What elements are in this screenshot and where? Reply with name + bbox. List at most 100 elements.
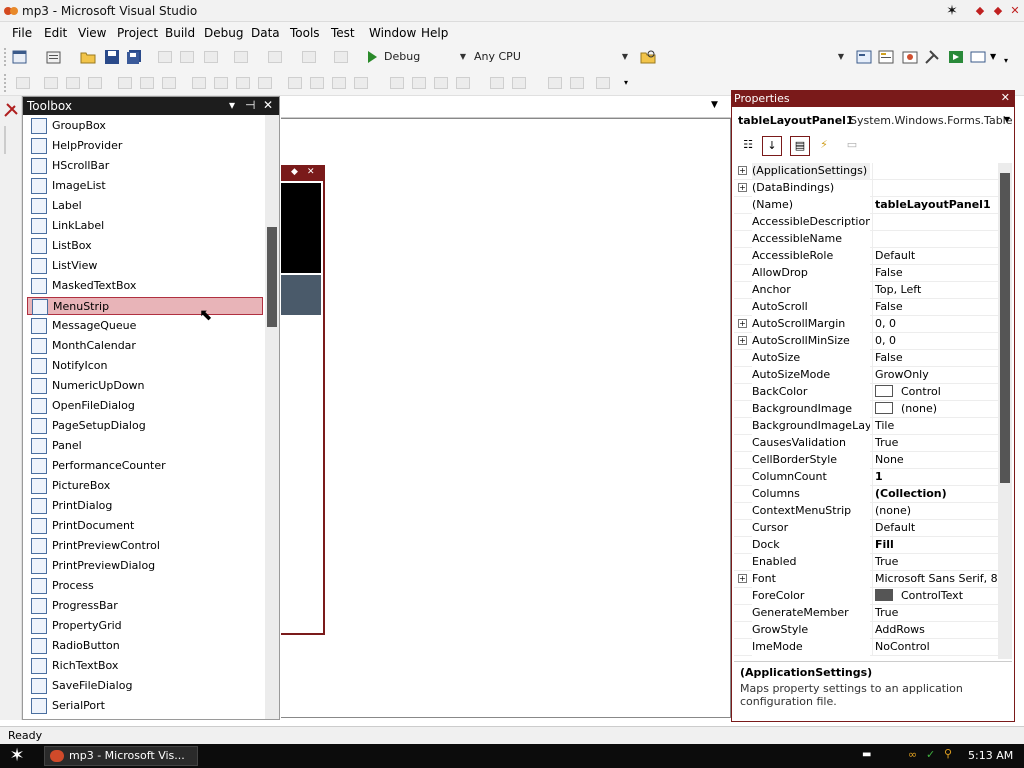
toolbox-item[interactable]: ImageList <box>27 177 263 195</box>
property-row[interactable]: ColumnCount 1 <box>734 469 998 486</box>
size-to-grid-icon[interactable] <box>258 77 272 89</box>
align-middles-icon[interactable] <box>140 77 154 89</box>
property-row[interactable]: Columns (Collection) <box>734 486 998 503</box>
expand-icon[interactable]: + <box>738 319 747 328</box>
form-window[interactable]: ◆ ✕ <box>281 165 325 635</box>
property-value[interactable]: False <box>872 350 998 367</box>
data-sources-tab[interactable] <box>4 126 18 154</box>
toolbox-item[interactable]: PrintDocument <box>27 517 263 535</box>
network-icon[interactable]: ∞ <box>908 748 917 761</box>
toolbox-item[interactable]: PerformanceCounter <box>27 457 263 475</box>
pin-icon[interactable]: ✶ <box>944 3 960 19</box>
toolbox-item[interactable]: Process <box>27 577 263 595</box>
menu-debug[interactable]: Debug <box>204 26 243 40</box>
make-same-height-icon[interactable] <box>214 77 228 89</box>
maximize-button[interactable]: ◆ <box>990 3 1006 19</box>
toolbox-item[interactable]: SaveFileDialog <box>27 677 263 695</box>
property-row[interactable]: AccessibleDescription <box>734 214 998 231</box>
scrollbar-thumb[interactable] <box>267 227 277 327</box>
property-pages-icon[interactable]: ▭ <box>842 136 862 156</box>
property-row[interactable]: AutoScroll False <box>734 299 998 316</box>
add-item-icon[interactable] <box>46 49 62 65</box>
horizontal-spacing-icon[interactable] <box>288 77 302 89</box>
close-icon[interactable]: ✕ <box>263 98 273 112</box>
toolbox-item[interactable]: PictureBox <box>27 477 263 495</box>
close-button[interactable]: ✕ <box>1007 3 1023 19</box>
decrease-vertical-spacing-icon[interactable] <box>434 77 448 89</box>
remove-spacing-icon[interactable] <box>354 77 368 89</box>
menu-project[interactable]: Project <box>117 26 158 40</box>
property-value[interactable]: 1 <box>872 469 998 486</box>
property-row[interactable]: Enabled True <box>734 554 998 571</box>
server-explorer-icon[interactable] <box>3 102 19 118</box>
expand-icon[interactable]: + <box>738 336 747 345</box>
toolbox-item[interactable]: PageSetupDialog <box>27 417 263 435</box>
property-value[interactable] <box>872 214 998 231</box>
navigate-back-icon[interactable] <box>302 51 316 63</box>
redo-icon[interactable] <box>268 51 282 63</box>
configuration-combo[interactable]: Debug ▼ <box>380 48 468 66</box>
toolbar-grip[interactable] <box>4 74 8 92</box>
properties-scrollbar[interactable] <box>998 163 1012 659</box>
toolbox-item[interactable]: NotifyIcon <box>27 357 263 375</box>
copy-icon[interactable] <box>180 51 194 63</box>
menu-help[interactable]: Help <box>421 26 448 40</box>
toolbox-item[interactable]: Label <box>27 197 263 215</box>
property-row[interactable]: + (ApplicationSettings) <box>734 163 998 180</box>
property-row[interactable]: AccessibleRole Default <box>734 248 998 265</box>
property-row[interactable]: Dock Fill <box>734 537 998 554</box>
save-all-icon[interactable] <box>126 49 142 65</box>
form-dark-panel[interactable] <box>281 183 321 273</box>
form-toolbar-strip[interactable] <box>281 275 321 315</box>
menu-build[interactable]: Build <box>165 26 195 40</box>
events-icon[interactable]: ⚡ <box>814 136 834 156</box>
property-row[interactable]: ContextMenuStrip (none) <box>734 503 998 520</box>
toolbox-item[interactable]: ListBox <box>27 237 263 255</box>
property-value[interactable] <box>872 231 998 248</box>
align-lefts-icon[interactable] <box>44 77 58 89</box>
property-row[interactable]: Anchor Top, Left <box>734 282 998 299</box>
search-icon[interactable]: ⚲ <box>944 747 952 760</box>
toolbar-overflow-icon[interactable]: ▾ <box>1004 56 1008 65</box>
property-row[interactable]: AccessibleName <box>734 231 998 248</box>
center-vertically-icon[interactable] <box>512 77 526 89</box>
cut-icon[interactable] <box>158 51 172 63</box>
toolbox-item[interactable]: RadioButton <box>27 637 263 655</box>
align-to-grid-icon[interactable] <box>16 77 30 89</box>
toolbox-item[interactable]: PrintDialog <box>27 497 263 515</box>
property-value[interactable]: Default <box>872 520 998 537</box>
property-row[interactable]: AllowDrop False <box>734 265 998 282</box>
object-selector[interactable]: tableLayoutPanel1 System.Windows.Forms.T… <box>734 111 1013 131</box>
property-value[interactable]: None <box>872 452 998 469</box>
property-row[interactable]: AutoSizeMode GrowOnly <box>734 367 998 384</box>
toolbox-item[interactable]: RichTextBox <box>27 657 263 675</box>
menu-edit[interactable]: Edit <box>44 26 67 40</box>
start-button[interactable]: ✶ <box>6 746 28 766</box>
increase-vertical-spacing-icon[interactable] <box>412 77 426 89</box>
property-row[interactable]: + (DataBindings) <box>734 180 998 197</box>
toolbar-grip[interactable] <box>4 48 8 66</box>
property-value[interactable]: 0, 0 <box>872 333 998 350</box>
toolbox-item[interactable]: MessageQueue <box>27 317 263 335</box>
expand-icon[interactable]: + <box>738 166 747 175</box>
make-same-width-icon[interactable] <box>192 77 206 89</box>
property-value[interactable]: Top, Left <box>872 282 998 299</box>
property-value[interactable]: (none) <box>872 503 998 520</box>
navigate-forward-icon[interactable] <box>334 51 348 63</box>
properties-window-icon[interactable] <box>878 49 894 65</box>
document-list-icon[interactable]: ▼ <box>711 100 718 110</box>
property-value[interactable]: Fill <box>872 537 998 554</box>
property-value[interactable]: False <box>872 265 998 282</box>
property-value[interactable]: NoControl <box>872 639 998 656</box>
vertical-spacing-icon[interactable] <box>390 77 404 89</box>
property-row[interactable]: CellBorderStyle None <box>734 452 998 469</box>
property-row[interactable]: BackColor Control <box>734 384 998 401</box>
property-row[interactable]: ImeMode NoControl <box>734 639 998 656</box>
property-value[interactable]: False <box>872 299 998 316</box>
property-row[interactable]: Cursor Default <box>734 520 998 537</box>
toolbox-item[interactable]: Panel <box>27 437 263 455</box>
property-value[interactable]: (Collection) <box>872 486 998 503</box>
object-browser-icon[interactable] <box>902 49 918 65</box>
property-row[interactable]: GenerateMember True <box>734 605 998 622</box>
menu-file[interactable]: File <box>12 26 32 40</box>
